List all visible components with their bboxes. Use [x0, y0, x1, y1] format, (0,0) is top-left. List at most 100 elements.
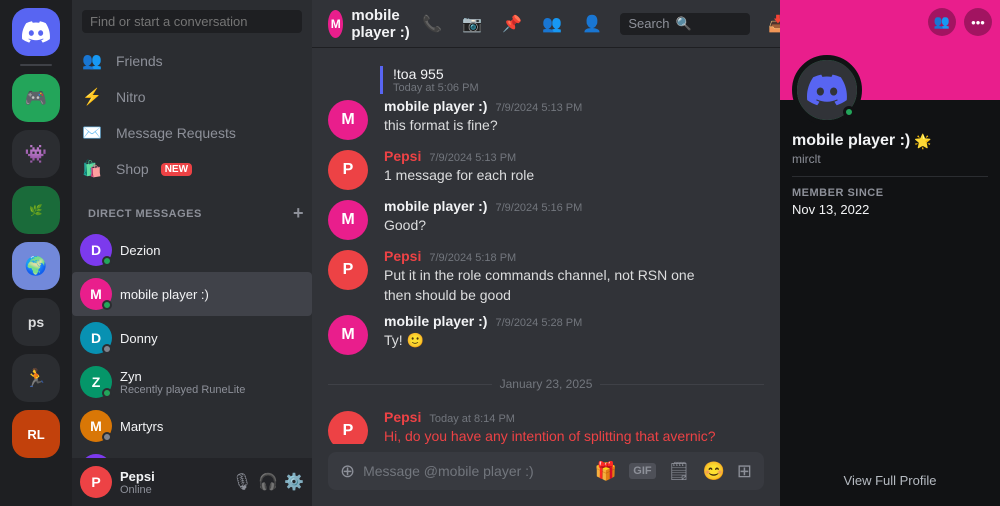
message-requests-icon: ✉️	[80, 121, 104, 145]
msg-author-pepsi-2: Pepsi	[384, 248, 421, 264]
dm-user-martyrs[interactable]: M Martyrs	[72, 404, 312, 448]
chat-header-name: mobile player :)	[351, 7, 412, 41]
msg-author-mobile: mobile player :)	[384, 98, 487, 114]
profile-avatar	[792, 55, 862, 125]
chat-header-avatar: M	[328, 10, 343, 38]
dm-user-dezion[interactable]: D Dezion	[72, 228, 312, 272]
date-separator: January 23, 2025	[312, 361, 780, 407]
shop-icon: 🛍️	[80, 157, 104, 181]
status-dezion	[102, 256, 112, 266]
deafen-button[interactable]: 🎧	[258, 472, 278, 492]
server-icon-6[interactable]: 🏃	[12, 354, 60, 402]
zyn-sub: Recently played RuneLite	[120, 384, 245, 396]
msg-author-mobile-3: mobile player :)	[384, 313, 487, 329]
avatar-tide: T	[80, 454, 112, 458]
nav-shop[interactable]: 🛍️ Shop NEW	[72, 151, 312, 187]
dm-user-zyn[interactable]: Z Zyn Recently played RuneLite	[72, 360, 312, 404]
msg-ts-1: 7/9/2024 5:13 PM	[495, 102, 582, 114]
dm-section-header: DIRECT MESSAGES +	[72, 187, 312, 228]
avatar-martyrs: M	[80, 410, 112, 442]
message-group-pepsi-2: P Pepsi 7/9/2024 5:18 PM Put it in the r…	[312, 246, 780, 307]
members-icon[interactable]: 👥	[540, 12, 564, 36]
server-icon-1[interactable]: 🎮	[12, 74, 60, 122]
app-container: 🎮 👾 🌿 🌍 ps 🏃 RL 👥 Friends ⚡ Nitro ✉️ Mes…	[0, 0, 1000, 506]
dm-user-mobile-player[interactable]: M mobile player :)	[72, 272, 312, 316]
dm-search-area	[72, 0, 312, 43]
avatar-mobile-player: M	[80, 278, 112, 310]
profile-panel: 👥 ••• mobile player :) 🌟 mirclt Member S…	[780, 0, 1000, 506]
message-group-pepsi-1: P Pepsi 7/9/2024 5:13 PM 1 message for e…	[312, 146, 780, 192]
emoji-icon[interactable]: 😊	[702, 461, 724, 482]
status-mobile-player	[102, 300, 112, 310]
server-icon-5[interactable]: ps	[12, 298, 60, 346]
member-since-value: Nov 13, 2022	[792, 202, 988, 217]
add-message-button[interactable]: ⊕	[340, 461, 355, 482]
msg-avatar-pepsi-2: P	[328, 250, 368, 290]
apps-icon[interactable]: ⊞	[737, 461, 752, 482]
message-input[interactable]	[363, 452, 587, 490]
toa-timestamp: Today at 5:06 PM	[393, 82, 479, 94]
msg-text-pepsi-2a: Put it in the role commands channel, not…	[384, 266, 764, 286]
avatar-donny: D	[80, 322, 112, 354]
server-icon-3[interactable]: 🌿	[12, 186, 60, 234]
search-box[interactable]: Search 🔍	[620, 13, 750, 35]
find-conversation-input[interactable]	[82, 10, 302, 33]
inbox-icon[interactable]: 📥	[766, 12, 780, 36]
chat-area: M mobile player :) 📞 📷 📌 👥 👤 Search 🔍 📥 …	[312, 0, 780, 506]
profile-online-indicator	[843, 106, 855, 118]
self-status: Online	[120, 484, 224, 496]
mute-button[interactable]: 🎙	[232, 472, 252, 492]
msg-avatar-mobile-2: M	[328, 200, 368, 240]
dm-sidebar: 👥 Friends ⚡ Nitro ✉️ Message Requests 🛍️…	[72, 0, 312, 506]
search-label: Search	[628, 16, 669, 31]
server-rail: 🎮 👾 🌿 🌍 ps 🏃 RL	[0, 0, 72, 506]
add-friends-icon[interactable]: 👤	[580, 12, 604, 36]
chat-input-box: ⊕ 🎁 GIF 🗒 😊 ⊞	[328, 452, 764, 490]
gift-icon[interactable]: 🎁	[595, 461, 617, 482]
msg-text-pepsi-2b: then should be good	[384, 286, 764, 306]
message-group-mobile-1: M mobile player :) 7/9/2024 5:13 PM this…	[312, 96, 780, 142]
profile-overflow-menu[interactable]: •••	[964, 8, 992, 36]
nitro-icon: ⚡	[80, 85, 104, 109]
message-group-mobile-2: M mobile player :) 7/9/2024 5:16 PM Good…	[312, 196, 780, 242]
profile-more-options[interactable]: 👥	[928, 8, 956, 36]
search-icon: 🔍	[676, 16, 692, 32]
nav-friends[interactable]: 👥 Friends	[72, 43, 312, 79]
server-divider	[20, 64, 52, 66]
video-icon[interactable]: 📷	[460, 12, 484, 36]
member-since-label: Member Since	[792, 187, 988, 199]
avatar-dezion: D	[80, 234, 112, 266]
messages-container: !toa 955 Today at 5:06 PM M mobile playe…	[312, 48, 780, 444]
msg-text-pepsi-mention: Hi, do you have any intention of splitti…	[384, 427, 764, 444]
username-zyn: Zyn	[120, 369, 245, 384]
msg-ts-mobile-2: 7/9/2024 5:16 PM	[495, 202, 582, 214]
server-icon-4[interactable]: 🌍	[12, 242, 60, 290]
username-donny: Donny	[120, 331, 158, 346]
nav-message-requests[interactable]: ✉️ Message Requests	[72, 115, 312, 151]
dm-user-donny[interactable]: D Donny	[72, 316, 312, 360]
discord-home-button[interactable]	[12, 8, 60, 56]
message-group-pepsi-mention: P Pepsi Today at 8:14 PM Hi, do you have…	[312, 407, 780, 444]
msg-avatar-pepsi-1: P	[328, 150, 368, 190]
avatar-zyn: Z	[80, 366, 112, 398]
friends-icon: 👥	[80, 49, 104, 73]
username-mobile-player: mobile player :)	[120, 287, 209, 302]
status-donny	[102, 344, 112, 354]
server-icon-runelite[interactable]: RL	[12, 410, 60, 458]
add-dm-button[interactable]: +	[293, 203, 304, 224]
status-martyrs	[102, 432, 112, 442]
msg-ts-pepsi-2: 7/9/2024 5:18 PM	[429, 252, 516, 264]
nav-nitro[interactable]: ⚡ Nitro	[72, 79, 312, 115]
status-zyn	[102, 388, 112, 398]
view-full-profile-button[interactable]: View Full Profile	[792, 467, 988, 494]
phone-icon[interactable]: 📞	[420, 12, 444, 36]
date-separator-text: January 23, 2025	[500, 377, 593, 391]
shop-new-badge: NEW	[161, 163, 192, 176]
server-icon-2[interactable]: 👾	[12, 130, 60, 178]
msg-ts-pepsi-1: 7/9/2024 5:13 PM	[429, 152, 516, 164]
pin-icon[interactable]: 📌	[500, 12, 524, 36]
dm-user-tide[interactable]: T Tide	[72, 448, 312, 458]
sticker-icon[interactable]: 🗒	[668, 461, 691, 482]
settings-button[interactable]: ⚙️	[284, 472, 304, 492]
gif-button[interactable]: GIF	[629, 463, 655, 479]
